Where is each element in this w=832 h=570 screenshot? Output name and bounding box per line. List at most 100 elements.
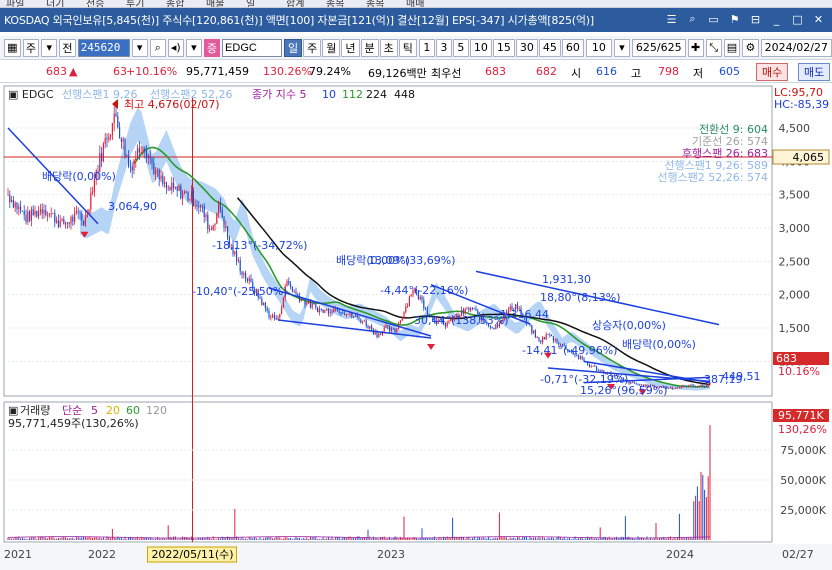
- close-icon[interactable]: ✕: [811, 11, 826, 27]
- open-label: 시: [571, 67, 582, 80]
- chevron-down-icon[interactable]: ▾: [41, 38, 58, 57]
- menu-item[interactable]: 매매: [406, 0, 424, 7]
- interval-button[interactable]: 30: [515, 38, 538, 57]
- candle-body: [205, 214, 207, 217]
- candle-body: [209, 229, 211, 230]
- price-tick-label: 2,500: [779, 255, 811, 268]
- date-field[interactable]: 2024/02/27: [760, 38, 832, 57]
- candle-body: [261, 298, 263, 306]
- candle-body: [356, 315, 358, 318]
- interval-button[interactable]: 60: [561, 38, 584, 57]
- menu-item[interactable]: 투기: [126, 0, 144, 7]
- chevron-down-icon[interactable]: ▾: [613, 38, 630, 57]
- candle-body: [684, 385, 686, 387]
- ichimoku-legend-item: 선행스팬2 52,26: 574: [657, 171, 768, 184]
- count-box[interactable]: 625 /625: [631, 38, 686, 57]
- interval-select[interactable]: 10: [585, 38, 612, 57]
- candle-body: [200, 205, 202, 208]
- prev-button[interactable]: 전: [59, 38, 76, 57]
- menu-item[interactable]: 파일: [6, 0, 24, 7]
- find-icon[interactable]: ⌕: [685, 11, 700, 27]
- buy-button[interactable]: 매수: [756, 63, 789, 81]
- menu-item[interactable]: 일: [246, 0, 255, 7]
- menu-item[interactable]: 종목: [366, 0, 384, 7]
- chevron-down-icon[interactable]: ▾: [185, 38, 202, 57]
- search-icon[interactable]: ⌕: [149, 38, 166, 57]
- chart-area[interactable]: 4,5004,0003,5003,0002,5002,0001,5001,000…: [0, 84, 832, 570]
- print-icon[interactable]: ▤: [723, 38, 741, 57]
- candle-body: [9, 194, 11, 203]
- candle-body: [79, 212, 81, 214]
- interval-button[interactable]: 3: [435, 38, 452, 57]
- menu-item[interactable]: 종합: [166, 0, 184, 7]
- candle-body: [266, 308, 268, 311]
- interval-buttons: 1 3 5 10 15 30 45 60: [418, 38, 584, 57]
- candle-body: [425, 308, 427, 310]
- candle-body: [403, 312, 405, 319]
- candle-body: [371, 326, 373, 330]
- stock-chart[interactable]: 4,5004,0003,5003,0002,5002,0001,5001,000…: [0, 84, 832, 570]
- chart-annotation: 15,26°(96,59%): [580, 384, 668, 397]
- pin-icon[interactable]: ⚑: [727, 11, 742, 27]
- period-tab[interactable]: 초: [379, 38, 398, 57]
- menu-item[interactable]: 더기: [46, 0, 64, 7]
- period-tab[interactable]: 월: [322, 38, 341, 57]
- period-tab[interactable]: 틱: [398, 38, 417, 57]
- candle-body: [248, 278, 250, 281]
- candle-body: [396, 329, 398, 333]
- code-dropdown-icon[interactable]: ▾: [131, 38, 148, 57]
- link-icon[interactable]: ⊟: [748, 11, 763, 27]
- chart-annotation: 1,931,30: [542, 273, 591, 286]
- candle-body: [556, 339, 558, 343]
- menu-item[interactable]: 매물: [206, 0, 224, 7]
- chart-type-icon[interactable]: ⤡: [705, 38, 722, 57]
- candle-body: [677, 387, 679, 389]
- candle-body: [470, 308, 472, 311]
- volume-legend-box: ▣: [8, 404, 18, 417]
- candle-body: [56, 220, 58, 223]
- interval-button[interactable]: 15: [492, 38, 515, 57]
- best-ask: 683: [485, 65, 506, 78]
- period-tab[interactable]: 일: [284, 38, 303, 57]
- maximize-icon[interactable]: □: [790, 11, 805, 27]
- candle-body: [390, 327, 392, 331]
- crosshair-icon[interactable]: ✚: [687, 38, 704, 57]
- period-tab[interactable]: 주: [303, 38, 322, 57]
- sell-button[interactable]: 매도: [798, 63, 831, 81]
- menu-item[interactable]: 종목: [326, 0, 344, 7]
- stock-code-input[interactable]: [77, 38, 130, 57]
- candle-body: [376, 331, 378, 338]
- period-tab[interactable]: 년: [341, 38, 360, 57]
- candle-body: [365, 320, 367, 326]
- interval-button[interactable]: 1: [418, 38, 435, 57]
- interval-button[interactable]: 5: [452, 38, 469, 57]
- stock-name-input[interactable]: [222, 38, 283, 57]
- candle-body: [401, 318, 403, 321]
- candle-body: [344, 313, 346, 315]
- period-tab[interactable]: 분: [360, 38, 379, 57]
- candle-body: [180, 185, 182, 199]
- candle-body: [147, 155, 149, 159]
- candle-body: [133, 159, 135, 171]
- candle-body: [236, 251, 238, 261]
- interval-button[interactable]: 10: [469, 38, 492, 57]
- candle-body: [191, 191, 193, 200]
- candle-body: [475, 308, 477, 311]
- candle-body: [264, 302, 266, 309]
- candle-body: [237, 260, 239, 262]
- menu-item[interactable]: 전승: [86, 0, 104, 7]
- list-icon[interactable]: ☰: [664, 11, 679, 27]
- candle-body: [90, 192, 92, 210]
- minimize-icon[interactable]: _: [769, 11, 784, 27]
- window-icon[interactable]: ▭: [706, 11, 721, 27]
- menu-item[interactable]: 합계: [286, 0, 304, 7]
- candle-body: [216, 213, 218, 224]
- interval-button[interactable]: 45: [538, 38, 561, 57]
- candle-body: [111, 122, 113, 135]
- speaker-icon[interactable]: ◂): [167, 38, 184, 57]
- market-select[interactable]: 주: [22, 38, 40, 57]
- settings-icon[interactable]: ⚙: [742, 38, 759, 57]
- candle-body: [81, 213, 83, 221]
- volume-ma-period: 120: [146, 404, 167, 417]
- grid-icon[interactable]: ▦: [4, 38, 21, 57]
